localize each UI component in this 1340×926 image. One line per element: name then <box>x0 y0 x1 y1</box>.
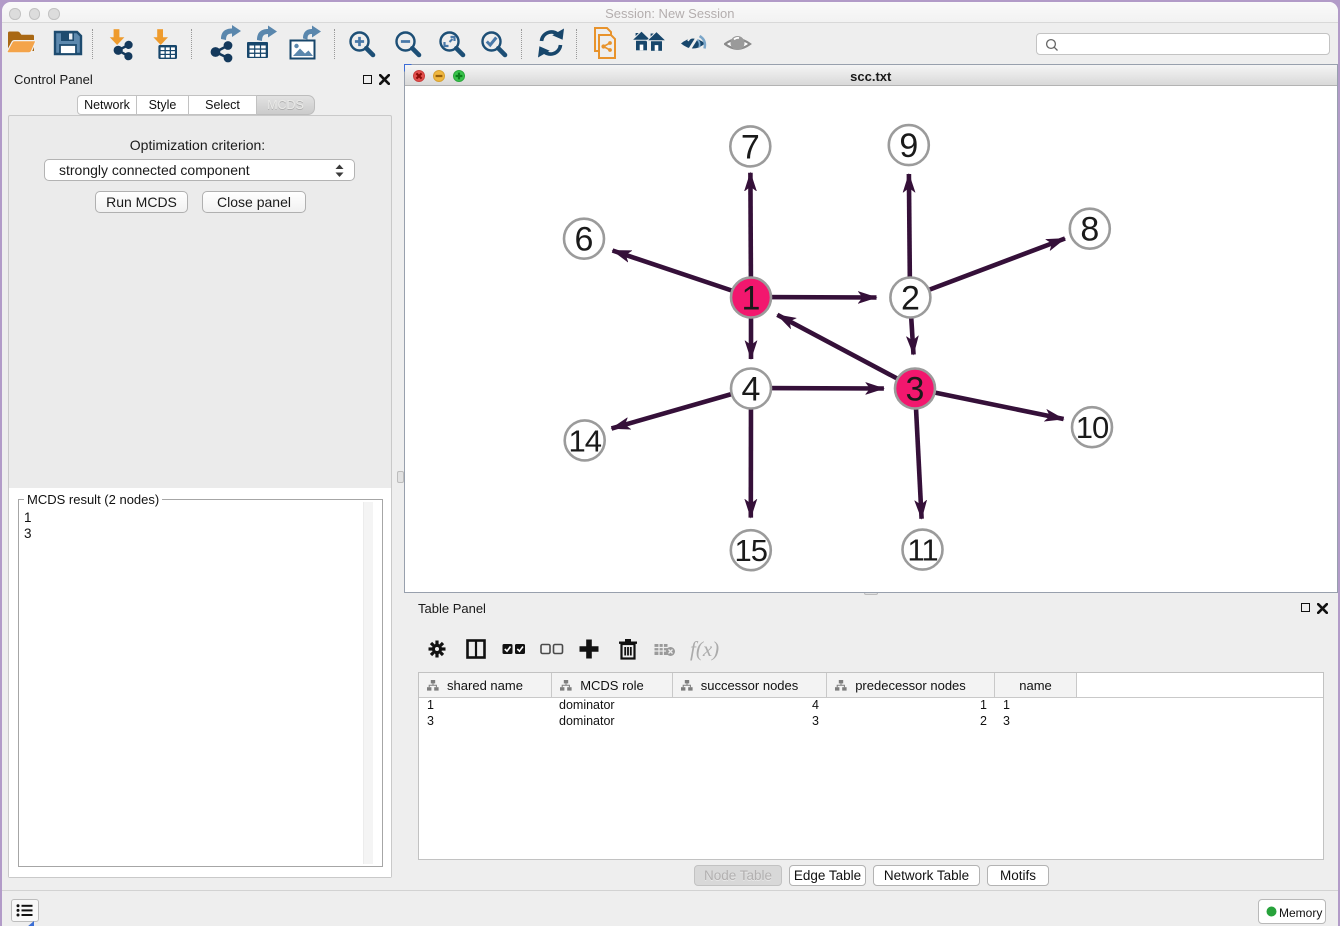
svg-text:2: 2 <box>901 280 920 318</box>
svg-text:14: 14 <box>568 423 601 458</box>
svg-text:7: 7 <box>741 128 760 166</box>
svg-text:15: 15 <box>735 533 767 568</box>
svg-text:9: 9 <box>899 127 918 165</box>
svg-text:10: 10 <box>1076 410 1109 445</box>
svg-text:1: 1 <box>742 280 761 318</box>
svg-text:3: 3 <box>906 371 925 409</box>
svg-text:11: 11 <box>907 533 937 568</box>
svg-text:6: 6 <box>575 221 594 259</box>
svg-text:8: 8 <box>1080 211 1099 249</box>
svg-text:4: 4 <box>742 371 761 409</box>
